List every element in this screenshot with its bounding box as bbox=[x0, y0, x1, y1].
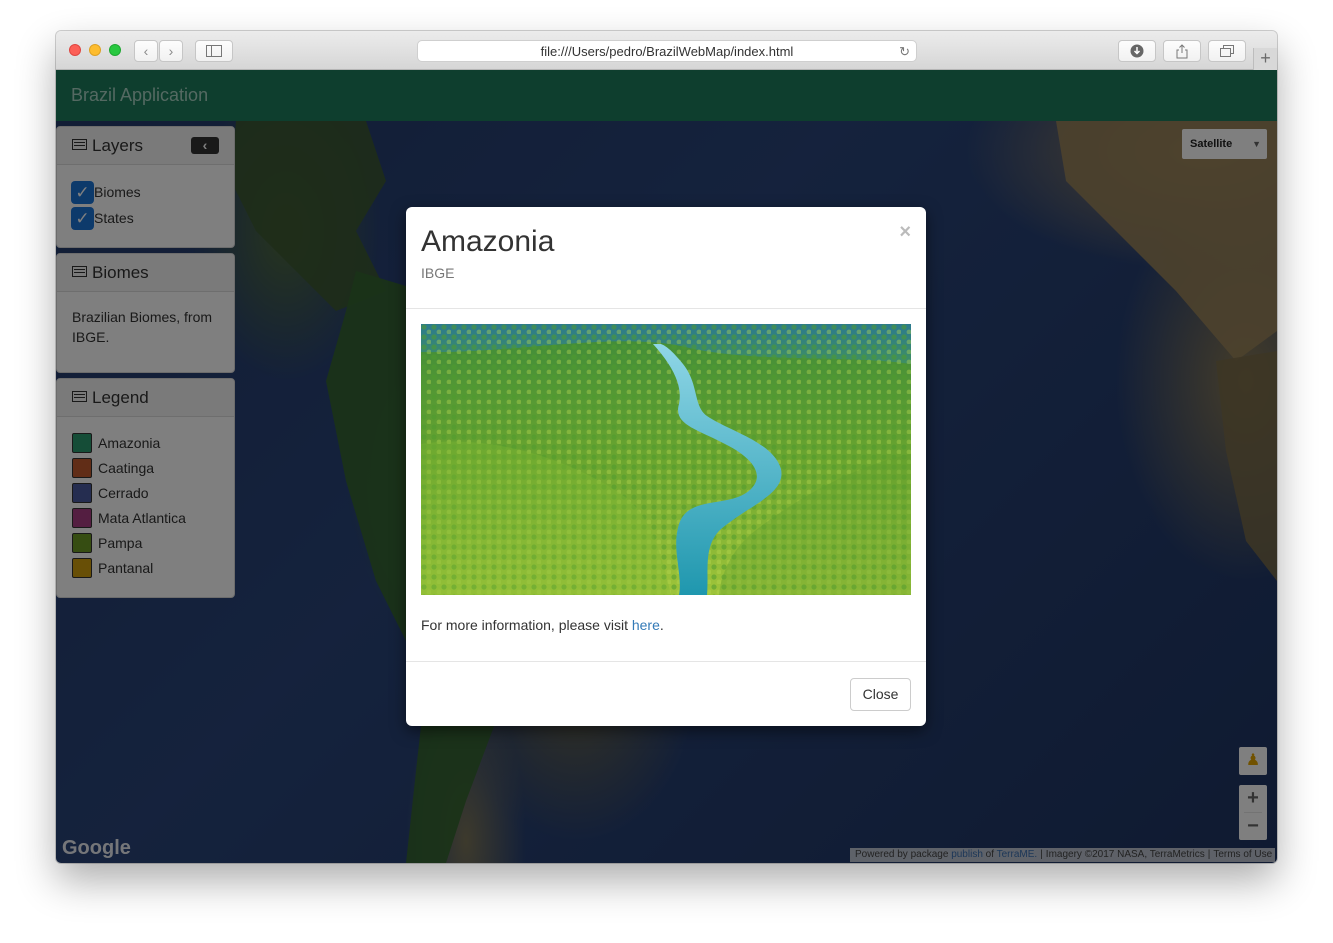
share-icon bbox=[1176, 44, 1188, 59]
modal-subtitle: IBGE bbox=[421, 265, 455, 281]
back-button[interactable]: ‹ bbox=[134, 40, 158, 62]
modal-info-prefix: For more information, please visit bbox=[421, 617, 628, 633]
new-tab-button[interactable]: + bbox=[1253, 48, 1277, 70]
zoom-window-button[interactable] bbox=[109, 44, 121, 56]
close-window-button[interactable] bbox=[69, 44, 81, 56]
plus-icon: + bbox=[1260, 48, 1271, 68]
reload-icon[interactable]: ↻ bbox=[899, 41, 910, 62]
chevron-left-icon: ‹ bbox=[143, 43, 149, 59]
modal-info-text: For more information, please visit here. bbox=[421, 617, 911, 633]
tabs-overview-button[interactable] bbox=[1208, 40, 1246, 62]
close-button[interactable]: Close bbox=[850, 678, 911, 711]
close-icon[interactable]: × bbox=[899, 221, 911, 244]
address-bar[interactable]: file:///Users/pedro/BrazilWebMap/index.h… bbox=[417, 40, 917, 62]
browser-window: ‹ › file:///Users/pedro/BrazilWebMap/ind… bbox=[56, 31, 1277, 863]
sidebar-icon bbox=[206, 45, 222, 57]
amazon-river-image bbox=[421, 324, 911, 595]
downloads-button[interactable] bbox=[1118, 40, 1156, 62]
biome-info-modal: Amazonia IBGE × For more information, pl… bbox=[406, 207, 926, 726]
share-button[interactable] bbox=[1163, 40, 1201, 62]
forward-button[interactable]: › bbox=[159, 40, 183, 62]
tabs-icon bbox=[1220, 45, 1234, 57]
browser-toolbar: ‹ › file:///Users/pedro/BrazilWebMap/ind… bbox=[56, 31, 1277, 70]
chevron-right-icon: › bbox=[168, 43, 174, 59]
modal-footer: Close bbox=[406, 661, 926, 726]
amazon-river-photo bbox=[421, 324, 911, 595]
modal-header: Amazonia IBGE × bbox=[406, 207, 926, 309]
modal-info-suffix: . bbox=[659, 617, 664, 633]
modal-body: For more information, please visit here. bbox=[406, 309, 926, 648]
sidebar-toggle-button[interactable] bbox=[195, 40, 233, 62]
download-icon bbox=[1130, 44, 1144, 58]
minimize-window-button[interactable] bbox=[89, 44, 101, 56]
url-text: file:///Users/pedro/BrazilWebMap/index.h… bbox=[540, 44, 794, 59]
modal-title: Amazonia bbox=[421, 225, 555, 258]
more-info-link[interactable]: here bbox=[632, 617, 660, 633]
